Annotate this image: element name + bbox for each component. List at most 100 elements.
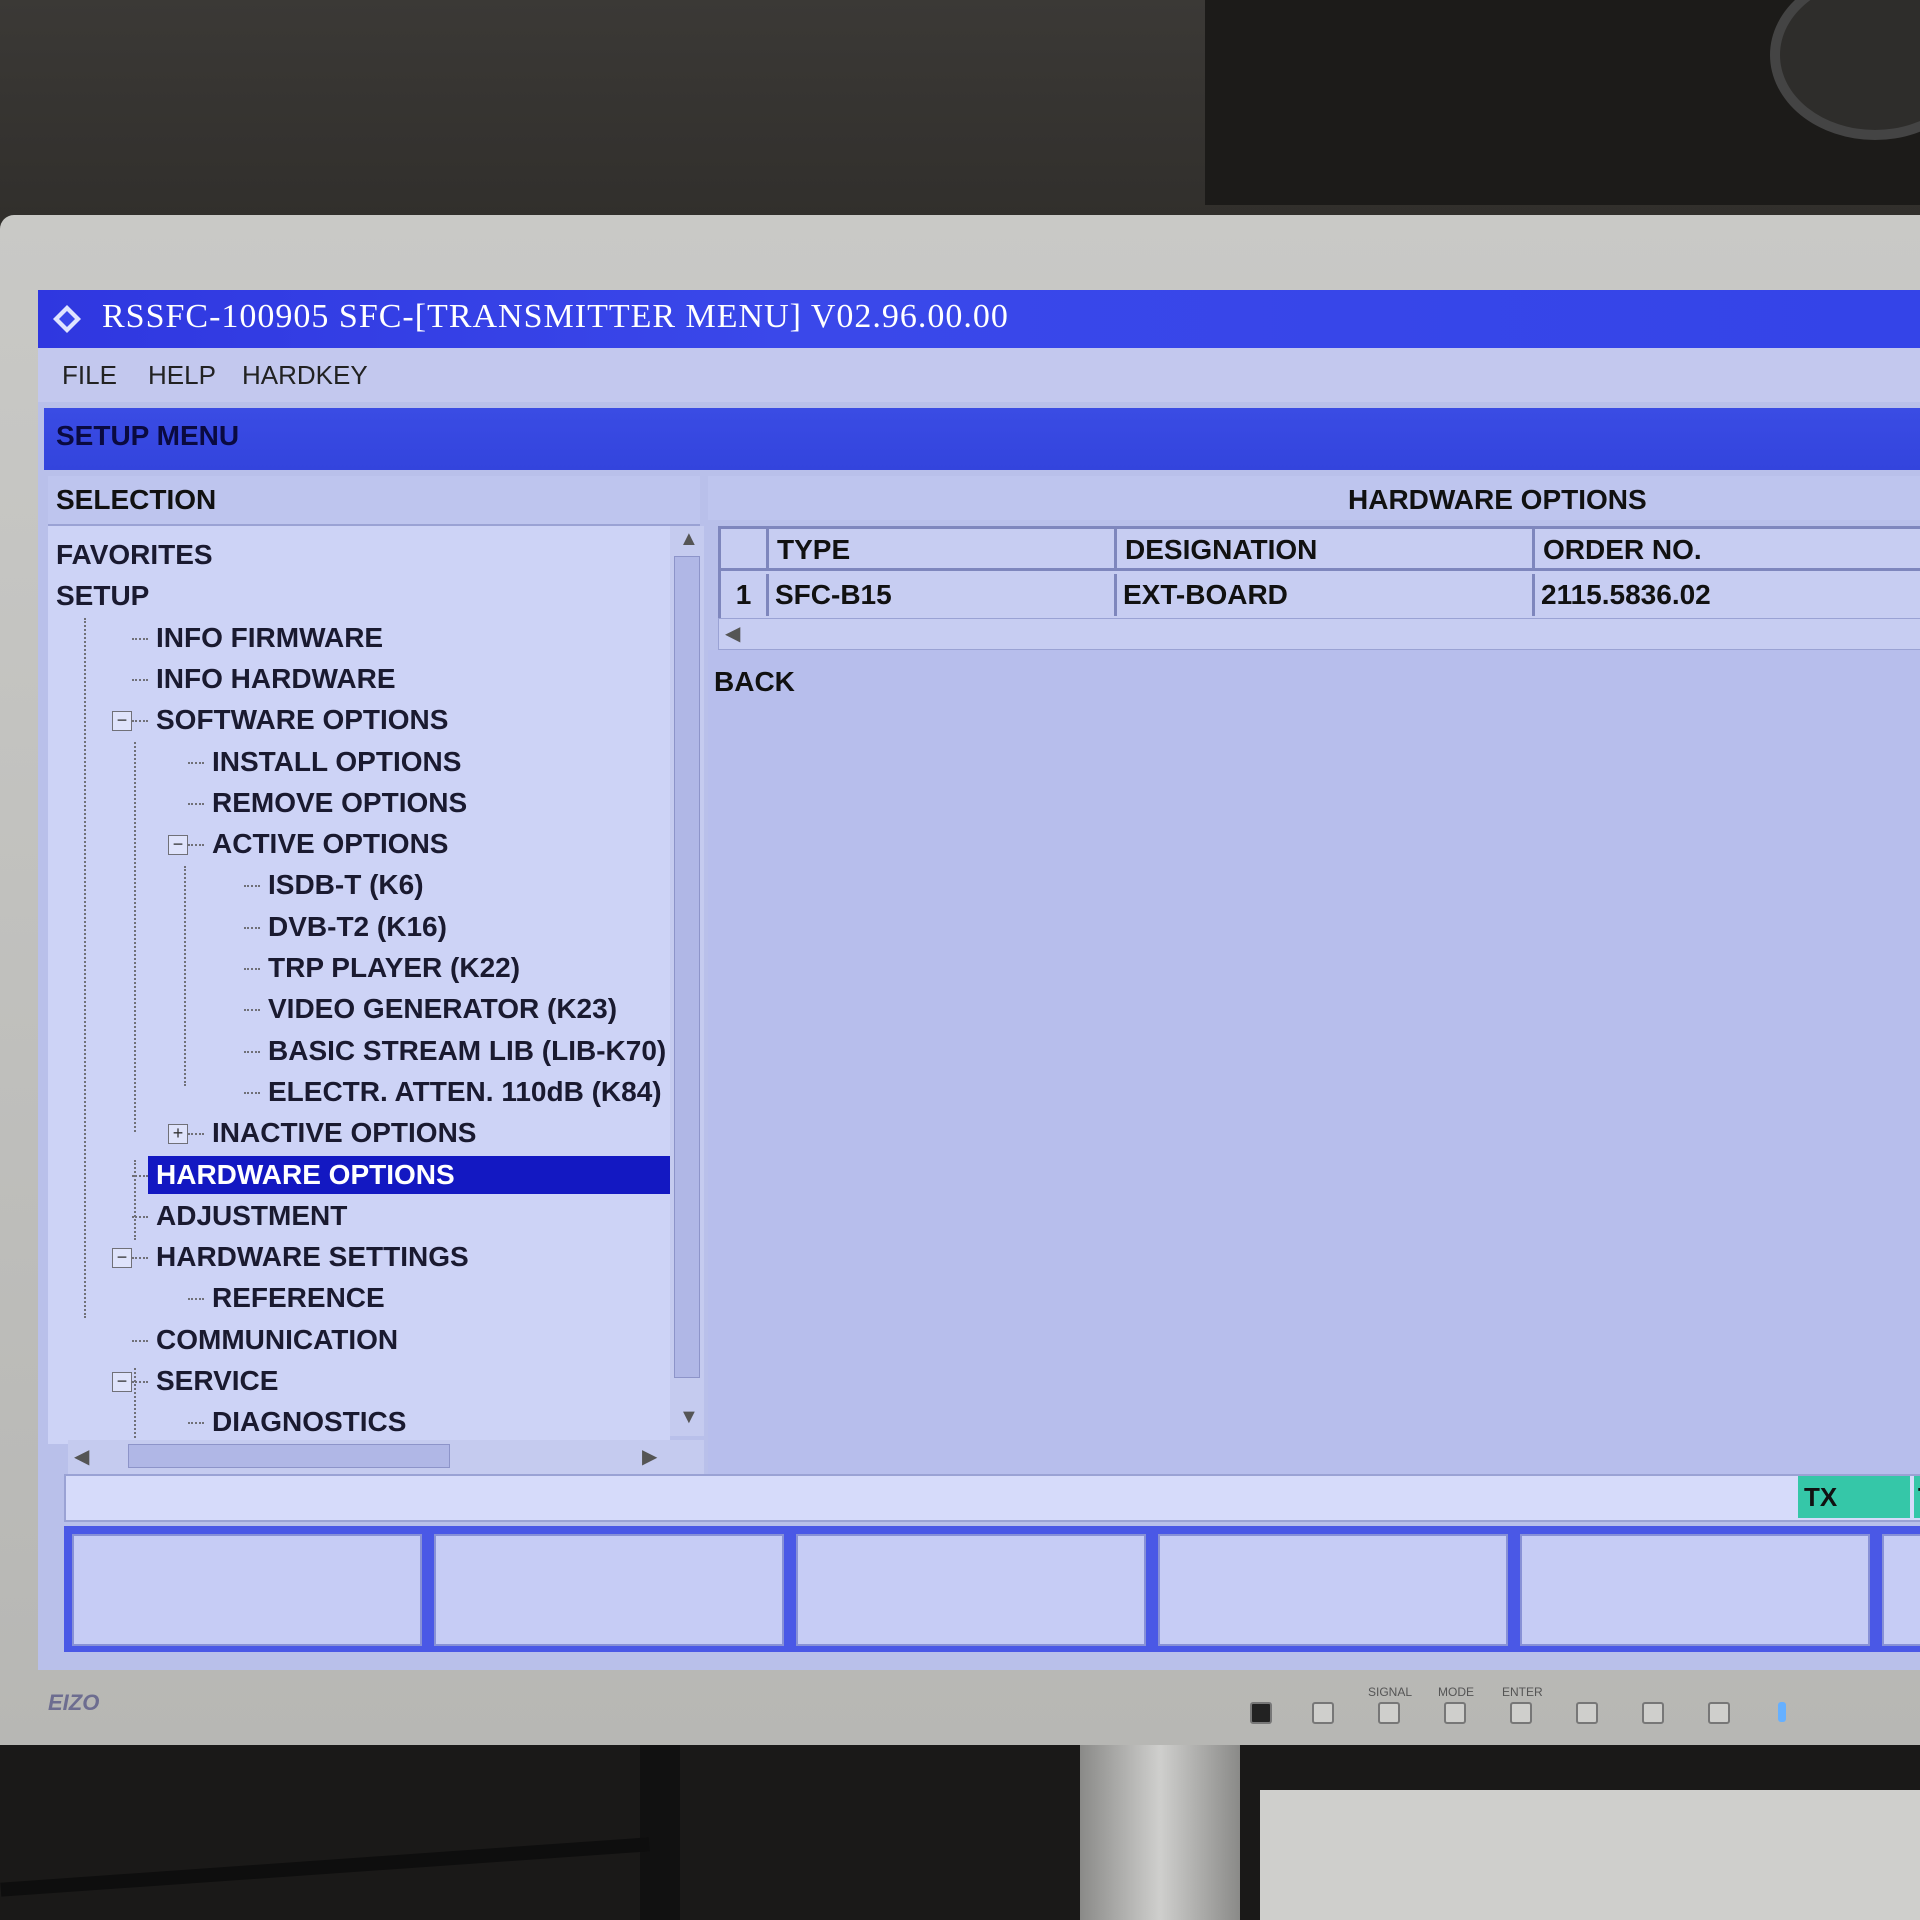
- table-cell-designation[interactable]: EXT-BOARD: [1117, 574, 1535, 616]
- tree-guide-line: [134, 1368, 136, 1438]
- monitor-signal-button[interactable]: [1378, 1702, 1400, 1724]
- monitor-power-led: [1778, 1702, 1786, 1722]
- tree-item[interactable]: COMMUNICATION: [156, 1321, 398, 1359]
- tree-connector: [132, 1257, 148, 1260]
- tree-connector: [188, 844, 204, 847]
- monitor-button-label: MODE: [1438, 1685, 1474, 1699]
- tree-connector: [188, 1298, 204, 1301]
- hardware-options-table: TYPE DESIGNATION ORDER NO. 1 SFC-B15 EXT…: [718, 526, 1920, 622]
- monitor-volume-button[interactable]: [1576, 1702, 1598, 1724]
- selection-tree: FAVORITES SETUP INFO FIRMWARE INFO HARDWARE…: [48, 526, 670, 1444]
- monitor-brand-logo: EIZO: [48, 1690, 100, 1715]
- tree-item[interactable]: SETUP: [56, 577, 149, 615]
- tree-connector: [132, 678, 148, 681]
- tree-connector: [188, 761, 204, 764]
- table-horizontal-scrollbar[interactable]: ◀: [718, 618, 1920, 650]
- tree-item[interactable]: REFERENCE: [212, 1279, 385, 1317]
- tree-guide-line: [84, 618, 86, 1318]
- tree-item[interactable]: DIAGNOSTICS: [212, 1403, 406, 1441]
- back-link[interactable]: BACK: [714, 666, 795, 698]
- tree-item[interactable]: ACTIVE OPTIONS: [212, 825, 448, 863]
- window-titlebar: RSSFC-100905 SFC-[TRANSMITTER MENU] V02.…: [38, 290, 1920, 348]
- tree-connector: [244, 1091, 260, 1094]
- tree-connector: [244, 926, 260, 929]
- monitor-mode-button[interactable]: [1444, 1702, 1466, 1724]
- tree-item[interactable]: DVB-T2 (K16): [268, 908, 447, 946]
- tree-connector: [244, 968, 260, 970]
- tree-item[interactable]: HARDWARE OPTIONS: [148, 1155, 670, 1194]
- tree-item[interactable]: INFO FIRMWARE: [156, 619, 383, 657]
- collapse-icon[interactable]: −: [112, 1372, 132, 1392]
- table-index-header: [721, 529, 769, 571]
- tree-item[interactable]: BASIC STREAM LIB (LIB-K70): [268, 1032, 666, 1070]
- tree-item[interactable]: ADJUSTMENT: [156, 1197, 347, 1235]
- scroll-left-arrow-icon[interactable]: ◀: [74, 1444, 89, 1469]
- tree-item[interactable]: ISDB-T (K6): [268, 866, 424, 904]
- tree-item[interactable]: VIDEO GENERATOR (K23): [268, 990, 617, 1028]
- tree-horizontal-scroll-thumb[interactable]: [128, 1444, 450, 1468]
- tree-horizontal-scrollbar[interactable]: ◀ ▶: [68, 1440, 704, 1474]
- selection-header: SELECTION: [48, 476, 700, 526]
- tree-item[interactable]: SOFTWARE OPTIONS: [156, 701, 448, 739]
- column-header-order-no[interactable]: ORDER NO.: [1535, 529, 1920, 571]
- scroll-right-arrow-icon[interactable]: ▶: [642, 1444, 657, 1469]
- content-area: [708, 650, 1920, 1478]
- tree-connector: [244, 1009, 260, 1012]
- scroll-up-arrow-icon[interactable]: ▲: [679, 528, 699, 551]
- collapse-icon[interactable]: −: [112, 711, 132, 732]
- tree-item[interactable]: HARDWARE SETTINGS: [156, 1238, 469, 1276]
- table-scroll-left-arrow-icon[interactable]: ◀: [725, 621, 740, 646]
- hardware-options-title: HARDWARE OPTIONS: [1348, 484, 1647, 515]
- tree-connector: [188, 1422, 204, 1425]
- menu-hardkey[interactable]: HARDKEY: [242, 360, 368, 391]
- tree-vertical-scroll-thumb[interactable]: [674, 556, 700, 1378]
- tree-connector: [188, 802, 204, 805]
- cable: [640, 1740, 680, 1920]
- tree-connector: [188, 1133, 204, 1136]
- hardware-options-header: HARDWARE OPTIONS: [708, 476, 1920, 520]
- tree-item[interactable]: TRP PLAYER (K22): [268, 949, 520, 987]
- tree-connector: [132, 637, 148, 640]
- softkey-2[interactable]: [434, 1534, 784, 1646]
- monitor-button[interactable]: [1312, 1702, 1334, 1724]
- softkey-6[interactable]: [1882, 1534, 1920, 1646]
- tree-item[interactable]: INSTALL OPTIONS: [212, 743, 461, 781]
- tree-item[interactable]: REMOVE OPTIONS: [212, 784, 467, 822]
- table-cell-type[interactable]: SFC-B15: [769, 574, 1117, 616]
- tree-item[interactable]: INACTIVE OPTIONS: [212, 1114, 476, 1152]
- tree-connector: [244, 1050, 260, 1053]
- monitor-brightness-button[interactable]: [1642, 1702, 1664, 1724]
- paper: [1260, 1790, 1920, 1920]
- status-bar: [64, 1474, 1920, 1522]
- menu-help[interactable]: HELP: [148, 360, 216, 391]
- tree-item[interactable]: INFO HARDWARE: [156, 660, 396, 698]
- table-cell-order-no[interactable]: 2115.5836.02: [1535, 574, 1920, 616]
- tree-connector: [132, 720, 148, 723]
- column-header-type[interactable]: TYPE: [769, 529, 1117, 571]
- monitor-power-button[interactable]: [1708, 1702, 1730, 1724]
- tree-item[interactable]: FAVORITES: [56, 536, 213, 574]
- column-header-designation[interactable]: DESIGNATION: [1117, 529, 1535, 571]
- expand-icon[interactable]: +: [168, 1124, 188, 1145]
- tree-item[interactable]: ELECTR. ATTEN. 110dB (K84): [268, 1073, 662, 1111]
- monitor-sensor: [1250, 1702, 1272, 1724]
- tree-connector: [132, 1339, 148, 1342]
- softkey-1[interactable]: [72, 1534, 422, 1646]
- softkey-5[interactable]: [1520, 1534, 1870, 1646]
- softkey-3[interactable]: [796, 1534, 1146, 1646]
- collapse-icon[interactable]: −: [112, 1248, 132, 1269]
- tree-guide-line: [184, 866, 186, 1086]
- tree-item[interactable]: SERVICE: [156, 1362, 278, 1400]
- menu-file[interactable]: FILE: [62, 360, 117, 391]
- collapse-icon[interactable]: −: [168, 835, 188, 856]
- menubar: FILE HELP HARDKEY: [38, 348, 1920, 402]
- monitor-enter-button[interactable]: [1510, 1702, 1532, 1724]
- tx-indicator: TX: [1798, 1476, 1910, 1518]
- tree-guide-line: [134, 1160, 136, 1240]
- softkey-4[interactable]: [1158, 1534, 1508, 1646]
- table-row-index[interactable]: 1: [721, 574, 769, 616]
- tree-vertical-scrollbar[interactable]: ▲ ▼: [670, 526, 704, 1436]
- scroll-down-arrow-icon[interactable]: ▼: [679, 1406, 699, 1429]
- setup-menu-title: SETUP MENU: [56, 420, 240, 451]
- monitor-stand: [1080, 1735, 1240, 1920]
